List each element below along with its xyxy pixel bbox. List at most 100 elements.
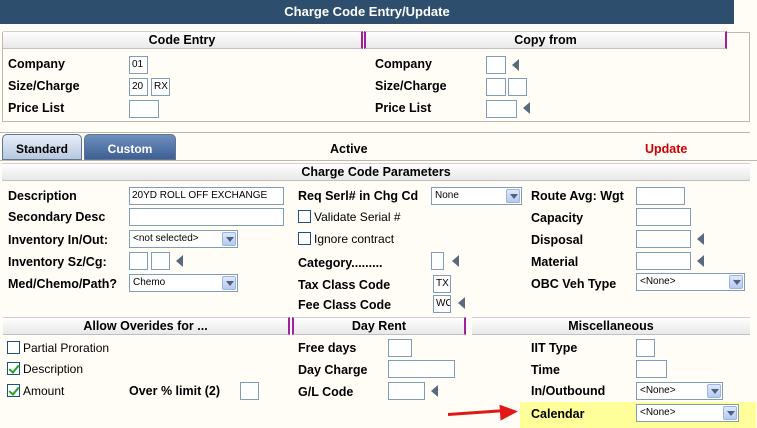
secondary-desc-input[interactable]: [129, 208, 284, 226]
override-description-label: Description: [23, 362, 84, 376]
day-rent-header: Day Rent: [292, 317, 466, 335]
req-serl-value: None: [435, 190, 459, 201]
capacity-label: Capacity: [531, 211, 584, 225]
partial-proration-label: Partial Proration: [23, 341, 110, 355]
disposal-label: Disposal: [531, 233, 584, 247]
fee-class-label: Fee Class Code: [298, 298, 392, 312]
route-avg-input[interactable]: [636, 187, 685, 205]
chevron-down-icon[interactable]: [723, 406, 737, 420]
amount-checkbox[interactable]: [7, 384, 20, 397]
chevron-down-icon[interactable]: [506, 189, 520, 203]
copy-company-lookup-icon[interactable]: [512, 59, 519, 71]
validate-serial-checkbox[interactable]: [298, 210, 311, 223]
code-entry-header: Code Entry: [3, 31, 363, 49]
amount-label: Amount: [23, 384, 65, 398]
inventory-inout-label: Inventory In/Out:: [8, 233, 108, 247]
free-days-input[interactable]: [388, 339, 412, 357]
material-input[interactable]: [636, 252, 691, 270]
gl-code-input[interactable]: [388, 382, 425, 400]
copy-size-input[interactable]: [486, 78, 506, 96]
free-days-label: Free days: [298, 341, 357, 355]
chevron-down-icon[interactable]: [222, 276, 236, 290]
description-input[interactable]: 20YD ROLL OFF EXCHANGE: [129, 187, 284, 205]
calendar-label: Calendar: [531, 407, 585, 421]
in-outbound-select[interactable]: <None>: [636, 382, 723, 400]
inventory-lookup-icon[interactable]: [176, 255, 183, 267]
iit-type-input[interactable]: [636, 339, 655, 357]
copy-charge-input[interactable]: [508, 78, 527, 96]
inventory-szcg-label: Inventory Sz/Cg:: [8, 255, 107, 269]
price-list-input[interactable]: [129, 100, 159, 118]
fee-class-lookup-icon[interactable]: [458, 297, 465, 309]
copy-size-charge-label: Size/Charge: [375, 79, 447, 93]
route-avg-label: Route Avg: Wgt: [531, 189, 624, 203]
copy-price-list-input[interactable]: [486, 100, 517, 118]
fee-class-input[interactable]: WO: [433, 295, 451, 313]
copy-company-input[interactable]: [486, 56, 506, 74]
chevron-down-icon[interactable]: [729, 275, 743, 289]
inventory-size-input[interactable]: [129, 252, 148, 270]
med-chemo-select[interactable]: Chemo: [129, 274, 238, 292]
chevron-down-icon[interactable]: [707, 384, 721, 398]
status-mode: Update: [645, 142, 688, 156]
company-input[interactable]: 01: [129, 56, 148, 74]
copy-from-header: Copy from: [364, 31, 727, 49]
price-list-label: Price List: [8, 101, 65, 115]
inventory-inout-value: <not selected>: [133, 233, 199, 244]
tab-custom[interactable]: Custom: [84, 134, 176, 160]
disposal-lookup-icon[interactable]: [697, 233, 704, 245]
charge-input[interactable]: RX: [151, 78, 170, 96]
calendar-select[interactable]: <None>: [636, 404, 739, 422]
validate-serial-label: Validate Serial #: [314, 210, 401, 224]
tabs-baseline: [0, 160, 757, 161]
inventory-inout-select[interactable]: <not selected>: [129, 230, 238, 248]
annotation-arrow-icon: [499, 403, 519, 421]
med-chemo-label: Med/Chemo/Path?: [8, 277, 118, 291]
company-label: Company: [8, 57, 65, 71]
req-serl-label: Req Serl# in Chg Cd: [298, 189, 419, 203]
iit-type-label: IIT Type: [531, 341, 578, 355]
obc-veh-label: OBC Veh Type: [531, 277, 617, 291]
chevron-down-icon[interactable]: [222, 232, 236, 246]
size-charge-label: Size/Charge: [8, 79, 80, 93]
over-limit-input[interactable]: [240, 382, 259, 400]
tab-standard[interactable]: Standard: [2, 134, 82, 160]
calendar-value: <None>: [640, 407, 676, 418]
req-serl-select[interactable]: None: [431, 187, 522, 205]
tax-class-input[interactable]: TX: [433, 275, 451, 293]
inventory-charge-input[interactable]: [151, 252, 170, 270]
copy-price-list-label: Price List: [375, 101, 432, 115]
obc-veh-value: <None>: [640, 276, 676, 287]
in-outbound-label: In/Outbound: [531, 384, 606, 398]
material-label: Material: [531, 255, 579, 269]
gl-code-label: G/L Code: [298, 385, 354, 399]
status-active: Active: [330, 142, 368, 156]
secondary-desc-label: Secondary Desc: [8, 210, 106, 224]
in-outbound-value: <None>: [640, 385, 676, 396]
over-limit-label: Over % limit (2): [129, 384, 220, 398]
params-header: Charge Code Parameters: [2, 163, 750, 181]
category-lookup-icon[interactable]: [452, 255, 459, 267]
time-input[interactable]: [636, 360, 667, 378]
category-label: Category.........: [298, 256, 383, 270]
disposal-input[interactable]: [636, 230, 691, 248]
day-charge-input[interactable]: [388, 360, 455, 378]
gl-code-lookup-icon[interactable]: [431, 385, 438, 397]
partial-proration-checkbox[interactable]: [7, 341, 20, 354]
material-lookup-icon[interactable]: [697, 255, 704, 267]
override-description-checkbox[interactable]: [7, 362, 20, 375]
tabs-divider: [0, 132, 750, 133]
time-label: Time: [531, 363, 560, 377]
tax-class-label: Tax Class Code: [298, 278, 391, 292]
size-input[interactable]: 20: [129, 78, 148, 96]
category-input[interactable]: [431, 252, 444, 270]
copy-price-list-lookup-icon[interactable]: [523, 102, 530, 114]
day-charge-label: Day Charge: [298, 363, 368, 377]
med-chemo-value: Chemo: [133, 277, 166, 288]
window-title: Charge Code Entry/Update: [0, 0, 734, 24]
capacity-input[interactable]: [636, 208, 691, 226]
description-label: Description: [8, 189, 77, 203]
ignore-contract-checkbox[interactable]: [298, 232, 311, 245]
obc-veh-select[interactable]: <None>: [636, 273, 745, 291]
ignore-contract-label: Ignore contract: [314, 232, 395, 246]
